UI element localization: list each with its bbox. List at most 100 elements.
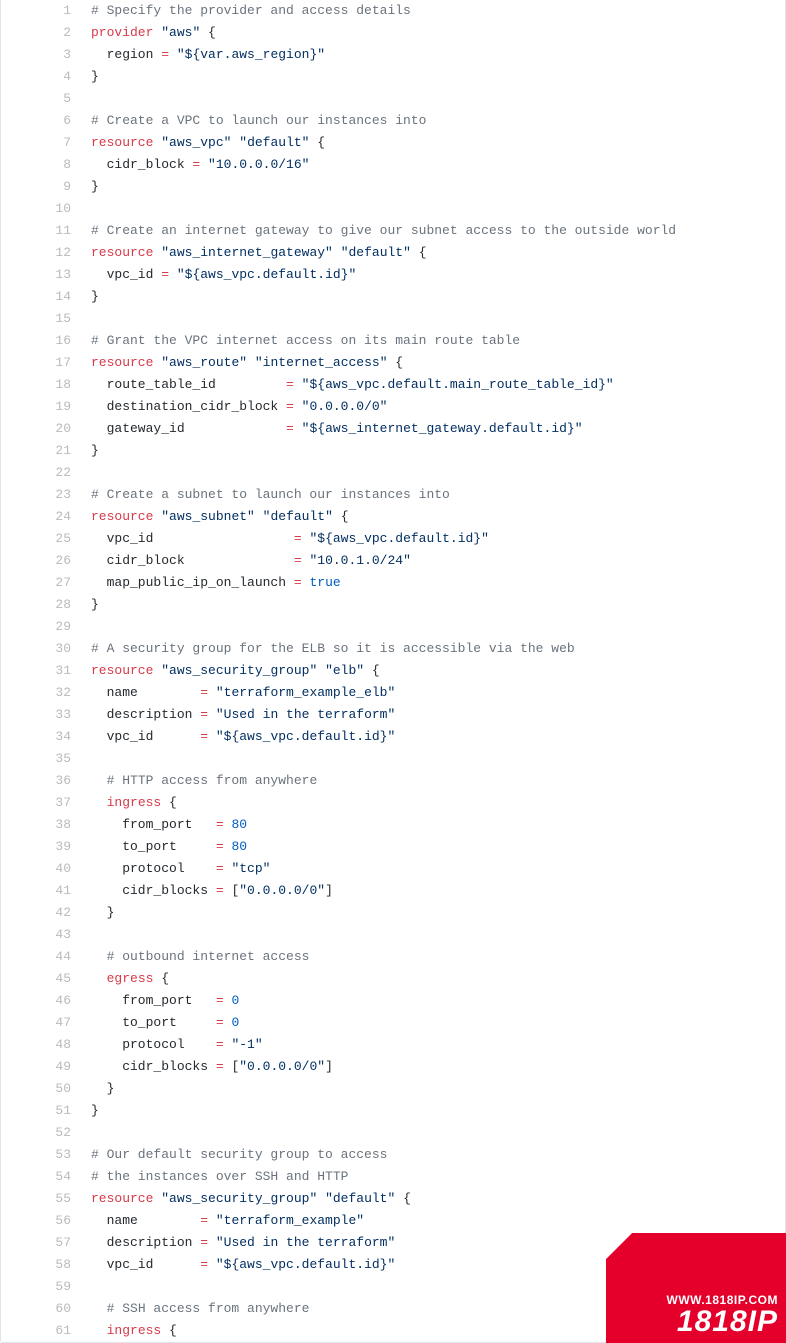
- line-content[interactable]: resource "aws_route" "internet_access" {: [81, 352, 785, 374]
- line-content[interactable]: protocol = "tcp": [81, 858, 785, 880]
- line-number: 29: [1, 616, 81, 638]
- line-content[interactable]: }: [81, 66, 785, 88]
- line-content[interactable]: resource "aws_subnet" "default" {: [81, 506, 785, 528]
- line-content[interactable]: # SSH access from anywhere: [81, 1298, 785, 1320]
- code-line: 43: [1, 924, 785, 946]
- line-content[interactable]: [81, 308, 785, 330]
- line-content[interactable]: [81, 198, 785, 220]
- line-content[interactable]: vpc_id = "${aws_vpc.default.id}": [81, 1254, 785, 1276]
- line-content[interactable]: map_public_ip_on_launch = true: [81, 572, 785, 594]
- line-content[interactable]: destination_cidr_block = "0.0.0.0/0": [81, 396, 785, 418]
- line-content[interactable]: route_table_id = "${aws_vpc.default.main…: [81, 374, 785, 396]
- line-number: 34: [1, 726, 81, 748]
- line-content[interactable]: }: [81, 440, 785, 462]
- line-content[interactable]: cidr_blocks = ["0.0.0.0/0"]: [81, 880, 785, 902]
- code-line: 20 gateway_id = "${aws_internet_gateway.…: [1, 418, 785, 440]
- line-number: 3: [1, 44, 81, 66]
- line-content[interactable]: # A security group for the ELB so it is …: [81, 638, 785, 660]
- line-content[interactable]: # outbound internet access: [81, 946, 785, 968]
- line-content[interactable]: to_port = 80: [81, 836, 785, 858]
- code-line: 35: [1, 748, 785, 770]
- line-number: 53: [1, 1144, 81, 1166]
- code-line: 34 vpc_id = "${aws_vpc.default.id}": [1, 726, 785, 748]
- line-content[interactable]: vpc_id = "${aws_vpc.default.id}": [81, 726, 785, 748]
- line-content[interactable]: ingress {: [81, 1320, 785, 1342]
- line-content[interactable]: cidr_blocks = ["0.0.0.0/0"]: [81, 1056, 785, 1078]
- code-line: 38 from_port = 80: [1, 814, 785, 836]
- line-content[interactable]: name = "terraform_example": [81, 1210, 785, 1232]
- code-line: 29: [1, 616, 785, 638]
- line-content[interactable]: [81, 1276, 785, 1298]
- line-content[interactable]: }: [81, 176, 785, 198]
- line-content[interactable]: [81, 616, 785, 638]
- code-line: 6# Create a VPC to launch our instances …: [1, 110, 785, 132]
- line-number: 4: [1, 66, 81, 88]
- line-number: 43: [1, 924, 81, 946]
- line-number: 40: [1, 858, 81, 880]
- line-content[interactable]: # the instances over SSH and HTTP: [81, 1166, 785, 1188]
- line-content[interactable]: # Our default security group to access: [81, 1144, 785, 1166]
- line-content[interactable]: }: [81, 594, 785, 616]
- line-number: 1: [1, 0, 81, 22]
- line-content[interactable]: resource "aws_vpc" "default" {: [81, 132, 785, 154]
- line-content[interactable]: }: [81, 1078, 785, 1100]
- line-content[interactable]: }: [81, 1100, 785, 1122]
- line-content[interactable]: resource "aws_internet_gateway" "default…: [81, 242, 785, 264]
- line-content[interactable]: protocol = "-1": [81, 1034, 785, 1056]
- line-number: 59: [1, 1276, 81, 1298]
- line-content[interactable]: description = "Used in the terraform": [81, 1232, 785, 1254]
- line-content[interactable]: [81, 924, 785, 946]
- line-content[interactable]: vpc_id = "${aws_vpc.default.id}": [81, 264, 785, 286]
- code-line: 9}: [1, 176, 785, 198]
- code-line: 32 name = "terraform_example_elb": [1, 682, 785, 704]
- line-content[interactable]: cidr_block = "10.0.0.0/16": [81, 154, 785, 176]
- line-number: 24: [1, 506, 81, 528]
- line-number: 28: [1, 594, 81, 616]
- line-content[interactable]: # Create a VPC to launch our instances i…: [81, 110, 785, 132]
- line-number: 33: [1, 704, 81, 726]
- code-line: 7resource "aws_vpc" "default" {: [1, 132, 785, 154]
- line-content[interactable]: [81, 462, 785, 484]
- line-number: 15: [1, 308, 81, 330]
- line-content[interactable]: to_port = 0: [81, 1012, 785, 1034]
- line-number: 50: [1, 1078, 81, 1100]
- line-content[interactable]: [81, 1122, 785, 1144]
- line-number: 11: [1, 220, 81, 242]
- code-line: 56 name = "terraform_example": [1, 1210, 785, 1232]
- line-content[interactable]: ingress {: [81, 792, 785, 814]
- code-line: 36 # HTTP access from anywhere: [1, 770, 785, 792]
- line-content[interactable]: region = "${var.aws_region}": [81, 44, 785, 66]
- line-content[interactable]: gateway_id = "${aws_internet_gateway.def…: [81, 418, 785, 440]
- code-line: 22: [1, 462, 785, 484]
- line-content[interactable]: # Create an internet gateway to give our…: [81, 220, 785, 242]
- line-content[interactable]: # Specify the provider and access detail…: [81, 0, 785, 22]
- line-number: 21: [1, 440, 81, 462]
- line-content[interactable]: [81, 748, 785, 770]
- code-line: 41 cidr_blocks = ["0.0.0.0/0"]: [1, 880, 785, 902]
- line-number: 19: [1, 396, 81, 418]
- line-content[interactable]: name = "terraform_example_elb": [81, 682, 785, 704]
- line-content[interactable]: from_port = 0: [81, 990, 785, 1012]
- line-content[interactable]: from_port = 80: [81, 814, 785, 836]
- line-content[interactable]: egress {: [81, 968, 785, 990]
- line-content[interactable]: # Create a subnet to launch our instance…: [81, 484, 785, 506]
- line-number: 6: [1, 110, 81, 132]
- line-number: 37: [1, 792, 81, 814]
- line-content[interactable]: [81, 88, 785, 110]
- code-line: 49 cidr_blocks = ["0.0.0.0/0"]: [1, 1056, 785, 1078]
- line-content[interactable]: vpc_id = "${aws_vpc.default.id}": [81, 528, 785, 550]
- line-content[interactable]: resource "aws_security_group" "elb" {: [81, 660, 785, 682]
- line-content[interactable]: # Grant the VPC internet access on its m…: [81, 330, 785, 352]
- line-content[interactable]: }: [81, 902, 785, 924]
- line-number: 32: [1, 682, 81, 704]
- line-content[interactable]: resource "aws_security_group" "default" …: [81, 1188, 785, 1210]
- line-content[interactable]: cidr_block = "10.0.1.0/24": [81, 550, 785, 572]
- line-content[interactable]: description = "Used in the terraform": [81, 704, 785, 726]
- line-number: 13: [1, 264, 81, 286]
- line-content[interactable]: provider "aws" {: [81, 22, 785, 44]
- line-content[interactable]: # HTTP access from anywhere: [81, 770, 785, 792]
- code-table: 1# Specify the provider and access detai…: [1, 0, 785, 1342]
- line-content[interactable]: }: [81, 286, 785, 308]
- code-line: 28}: [1, 594, 785, 616]
- line-number: 30: [1, 638, 81, 660]
